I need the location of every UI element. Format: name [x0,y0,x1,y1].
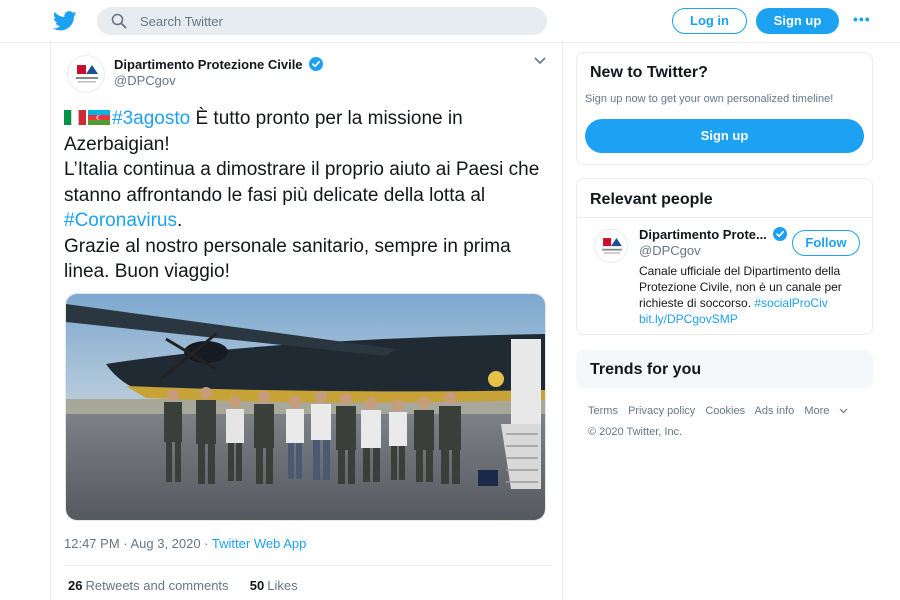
avatar[interactable] [594,229,628,263]
tweet-line-2: L’Italia continua a dimostrare il propri… [64,159,540,206]
hashtag-link[interactable]: #socialProCiv [754,296,827,310]
relevant-person-bio: Canale ufficiale del Dipartimento della … [639,264,842,326]
signup-button[interactable]: Sign up [756,8,839,34]
new-to-twitter-subtitle: Sign up now to get your own personalized… [585,93,834,105]
relevant-people-card: Relevant people Dipartimento Prote... @D… [576,178,873,335]
group-photo-airplane-icon [66,294,545,520]
tweet-line-2-end: . [177,210,183,231]
footer-link-cookies[interactable]: Cookies [705,405,745,417]
tweet-line-3: Grazie al nostro personale sanitario, se… [64,235,511,283]
tweet-detail: Dipartimento Protezione Civile @DPCgov #… [50,43,563,600]
new-to-twitter-title: New to Twitter? [590,64,708,81]
relevant-person-name[interactable]: Dipartimento Prote... [639,227,788,242]
new-to-twitter-card: New to Twitter? Sign up now to get your … [576,52,873,165]
chevron-down-icon[interactable] [533,56,547,66]
search-icon [111,13,127,29]
search-box[interactable]: Search Twitter [97,7,547,35]
chevron-down-icon [840,408,848,414]
bio-url-link[interactable]: bit.ly/DPCgovSMP [639,312,738,326]
likes-stat[interactable]: 50 Likes [250,578,298,593]
retweets-stat[interactable]: 26 Retweets and comments [68,578,229,593]
twitter-bird-icon[interactable] [53,10,77,32]
trends-card: Trends for you [576,350,873,388]
top-navigation-bar: Search Twitter Log in Sign up ••• [0,0,900,43]
author-handle[interactable]: @DPCgov [114,73,176,88]
footer-links: Terms Privacy policy Cookies Ads info Mo… [588,405,855,417]
hashtag-link[interactable]: #3agosto [112,108,190,129]
tweet-photo[interactable] [65,293,546,521]
trends-title: Trends for you [590,361,702,378]
verified-badge-icon [773,227,788,241]
azerbaijan-flag-icon [88,110,110,125]
copyright: © 2020 Twitter, Inc. [588,426,683,438]
divider [64,565,550,566]
relevant-people-title: Relevant people [590,191,713,208]
tweet-text: #3agosto È tutto pronto per la missione … [64,106,554,285]
follow-button[interactable]: Follow [792,230,860,256]
tweet-timestamp: 12:47 PM · Aug 3, 2020 · Twitter Web App [64,536,307,551]
tweet-source-link[interactable]: Twitter Web App [212,536,306,551]
divider [577,217,872,218]
footer-link-privacy[interactable]: Privacy policy [628,405,695,417]
footer-link-ads-info[interactable]: Ads info [755,405,795,417]
author-name[interactable]: Dipartimento Protezione Civile [114,57,324,72]
footer-link-terms[interactable]: Terms [588,405,618,417]
footer-link-more[interactable]: More [804,405,848,417]
avatar[interactable] [67,55,105,93]
protezione-civile-logo-icon [602,238,622,254]
protezione-civile-logo-icon [76,65,98,83]
sidebar-signup-button[interactable]: Sign up [585,119,864,153]
login-button[interactable]: Log in [672,8,747,34]
verified-badge-icon [309,57,324,71]
relevant-person-handle[interactable]: @DPCgov [639,243,701,258]
search-placeholder: Search Twitter [140,14,223,29]
hashtag-link[interactable]: #Coronavirus [64,210,177,231]
tweet-stats: 26 Retweets and comments 50 Likes [68,578,298,593]
more-options-icon[interactable]: ••• [853,11,871,27]
italy-flag-icon [64,110,86,125]
